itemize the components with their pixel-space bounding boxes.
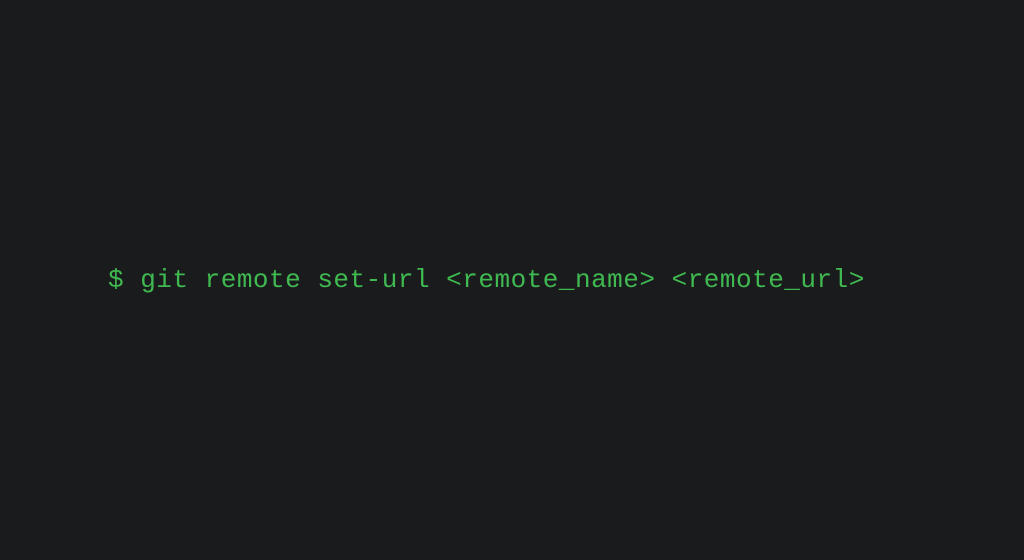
terminal-command-line: $ git remote set-url <remote_name> <remo… [0, 265, 865, 295]
